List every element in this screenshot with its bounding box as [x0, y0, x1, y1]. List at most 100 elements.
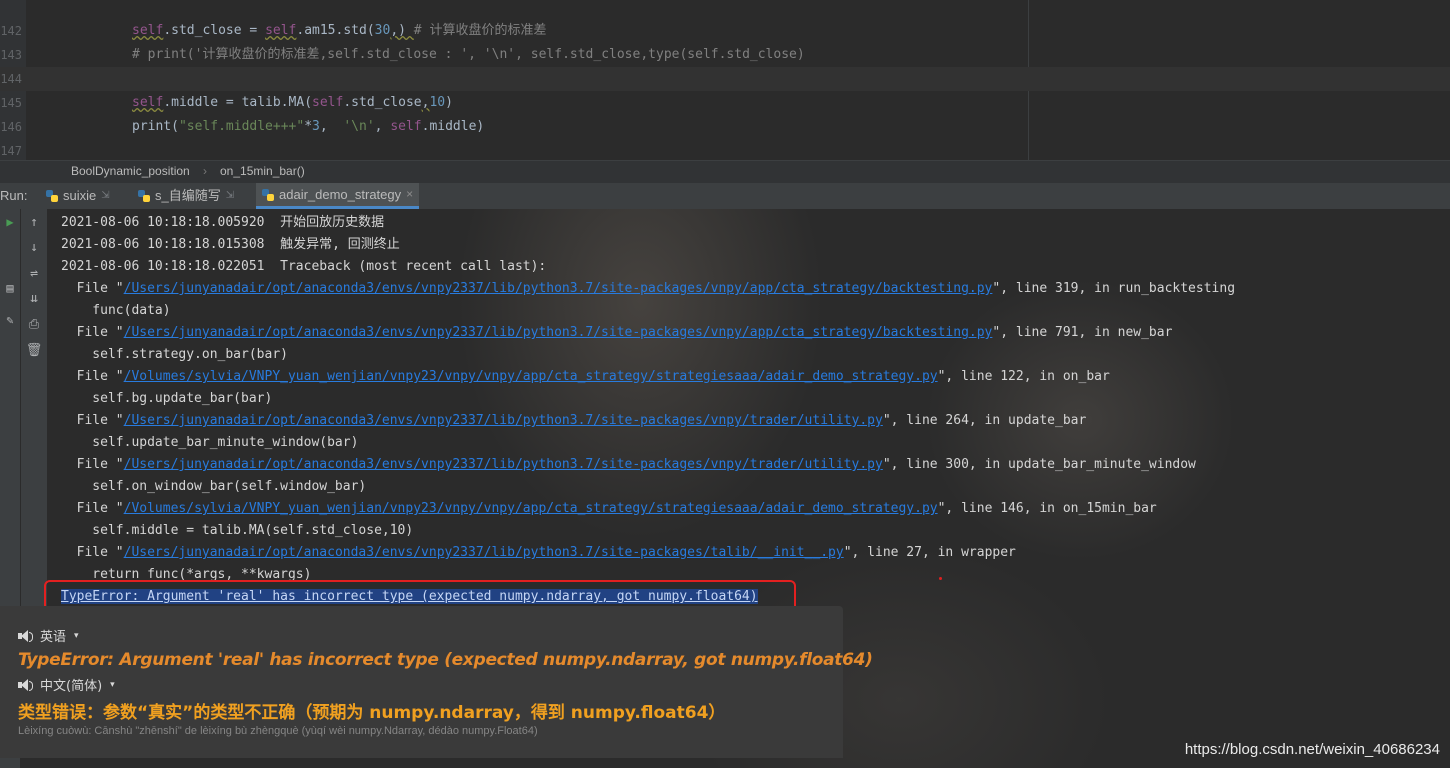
source-language-row[interactable]: 英语 ▾ [18, 626, 79, 645]
code-token: .middle = talib.MA( [163, 95, 313, 110]
code-token: 30 [374, 23, 391, 38]
code-line[interactable]: 143 # print('计算收盘价的标准差,self.std_close : '… [0, 43, 1450, 67]
run-label: Run: [0, 188, 28, 203]
console-line: self.middle = talib.MA(self.std_close,10… [61, 520, 413, 542]
source-language-label[interactable]: 英语 [40, 626, 66, 645]
tab-adair-demo-strategy[interactable]: adair_demo_strategy × [256, 183, 420, 209]
code-token: 10 [429, 95, 446, 110]
code-text: print("self.middle+++"*3, '\n', self.mid… [132, 115, 484, 139]
code-token: 3 [312, 119, 320, 134]
breadcrumb-method[interactable]: on_15min_bar() [220, 164, 305, 178]
code-token: , [374, 119, 391, 134]
console-line: File "/Users/junyanadair/opt/anaconda3/e… [61, 454, 1196, 476]
run-tool-window-header: Run: suixie ⇲ s_自编随写 ⇲ adair_demo_strate… [0, 183, 1450, 209]
console-text: ", line 300, in update_bar_minute_window [882, 457, 1196, 472]
pin-icon[interactable]: ⇲ [226, 183, 234, 209]
file-path-link[interactable]: /Users/junyanadair/opt/anaconda3/envs/vn… [124, 413, 883, 428]
python-icon [46, 190, 58, 202]
tab-suixie[interactable]: suixie ⇲ [40, 183, 116, 209]
code-token: self [390, 119, 422, 134]
code-token: self [265, 23, 297, 38]
code-token: # 计算收盘价的标准差 [413, 23, 547, 38]
code-editor[interactable]: 142 self.std_close = self.am15.std(30,) #… [0, 0, 1450, 160]
line-number: 142 [0, 24, 22, 38]
code-token: , [319, 119, 344, 134]
code-token: "self.middle+++" [178, 119, 305, 134]
pin-icon[interactable]: ⇲ [101, 183, 109, 209]
console-text: self.on_window_bar(self.window_bar) [61, 479, 367, 494]
console-line: self.strategy.on_bar(bar) [61, 344, 288, 366]
console-line: File "/Users/junyanadair/opt/anaconda3/e… [61, 322, 1173, 344]
watermark: https://blog.csdn.net/weixin_40686234 [1184, 741, 1440, 758]
translated-text: 类型错误：参数“真实”的类型不正确（预期为 numpy.ndarray，得到 n… [18, 703, 726, 723]
layout-icon[interactable]: ▤ [2, 281, 18, 295]
console-line: func(data) [61, 300, 170, 322]
file-path-link[interactable]: /Volumes/sylvia/VNPY_yuan_wenjian/vnpy23… [124, 369, 938, 384]
console-text: 2021-08-06 10:18:18.022051 Traceback (mo… [61, 259, 547, 274]
code-token: self [132, 23, 164, 38]
console-line: 2021-08-06 10:18:18.005920 开始回放历史数据 [61, 212, 384, 234]
code-text: # print('计算收盘价的标准差,self.std_close : ', '… [132, 43, 805, 67]
tab-label: s_自编随写 [155, 188, 221, 203]
console-text: File " [61, 413, 124, 428]
pinyin-text: Lèixíng cuòwù: Cānshù "zhēnshí" de lèixí… [18, 725, 538, 737]
scroll-to-end-icon[interactable]: ⇊ [21, 291, 47, 306]
line-number: 144 [0, 72, 22, 86]
code-token: self [312, 95, 344, 110]
speaker-icon[interactable] [18, 629, 33, 642]
scroll-up-icon[interactable]: ↑ [21, 215, 47, 230]
source-text: TypeError: Argument 'real' has incorrect… [18, 650, 873, 670]
scroll-down-icon[interactable]: ↓ [21, 240, 47, 255]
file-path-link[interactable]: /Users/junyanadair/opt/anaconda3/envs/vn… [124, 325, 993, 340]
tab-label: adair_demo_strategy [279, 187, 402, 202]
code-token: self [132, 95, 164, 110]
target-language-row[interactable]: 中文(简体) ▾ [18, 675, 115, 694]
code-line[interactable]: 144 [0, 67, 1450, 91]
console-line: 2021-08-06 10:18:18.015308 触发异常, 回测终止 [61, 234, 400, 256]
code-line[interactable]: 142 self.std_close = self.am15.std(30,) #… [0, 19, 1450, 43]
console-text: File " [61, 325, 124, 340]
console-text: ", line 319, in run_backtesting [992, 281, 1236, 296]
console-line: self.update_bar_minute_window(bar) [61, 432, 358, 454]
console-line: self.bg.update_bar(bar) [61, 388, 272, 410]
console-text: File " [61, 545, 124, 560]
console-line: 2021-08-06 10:18:18.022051 Traceback (mo… [61, 256, 546, 278]
console-output[interactable]: 2021-08-06 10:18:18.005920 开始回放历史数据 2021-… [47, 209, 1450, 609]
console-text: self.update_bar_minute_window(bar) [61, 435, 359, 450]
line-number: 146 [0, 120, 22, 134]
file-path-link[interactable]: /Users/junyanadair/opt/anaconda3/envs/vn… [124, 457, 883, 472]
console-text: File " [61, 501, 124, 516]
chevron-down-icon[interactable]: ▾ [74, 631, 79, 641]
translation-popup: 英语 ▾ TypeError: Argument 'real' has inco… [0, 606, 873, 758]
code-text: self.std_close = self.am15.std(30,) # 计算… [132, 19, 546, 43]
code-token: print( [132, 119, 179, 134]
tab-label: suixie [63, 188, 97, 203]
soft-wrap-icon[interactable]: ⇌ [21, 266, 47, 281]
console-text: self.middle = talib.MA(self.std_close,10… [61, 523, 414, 538]
code-token: .std_close [343, 95, 422, 110]
code-line[interactable]: 145 self.middle = talib.MA(self.std_close… [0, 91, 1450, 115]
trash-icon[interactable]: 🗑 [21, 343, 47, 358]
console-text: self.bg.update_bar(bar) [61, 391, 273, 406]
target-language-label[interactable]: 中文(简体) [40, 675, 102, 694]
chevron-down-icon[interactable]: ▾ [110, 680, 115, 690]
file-path-link[interactable]: /Users/junyanadair/opt/anaconda3/envs/vn… [124, 545, 844, 560]
code-token: ,) [390, 23, 414, 38]
breadcrumb-separator: › [203, 164, 207, 178]
file-path-link[interactable]: /Volumes/sylvia/VNPY_yuan_wenjian/vnpy23… [124, 501, 938, 516]
console-line: File "/Users/junyanadair/opt/anaconda3/e… [61, 278, 1235, 300]
print-icon[interactable]: ⎙ [21, 317, 47, 332]
red-marker-dot [939, 577, 942, 580]
breadcrumb-class[interactable]: BoolDynamic_position [71, 164, 190, 178]
tab-s-zibian-suixie[interactable]: s_自编随写 ⇲ [132, 183, 240, 209]
pin-tab-icon[interactable]: ✎ [2, 313, 18, 327]
code-line[interactable]: 146 print("self.middle+++"*3, '\n', self.… [0, 115, 1450, 139]
code-text: self.middle = talib.MA(self.std_close,10… [132, 91, 453, 115]
file-path-link[interactable]: /Users/junyanadair/opt/anaconda3/envs/vn… [124, 281, 993, 296]
console-text: File " [61, 457, 124, 472]
rerun-icon[interactable]: ▶ [2, 215, 18, 229]
console-line: File "/Volumes/sylvia/VNPY_yuan_wenjian/… [61, 366, 1110, 388]
close-icon[interactable]: × [406, 183, 413, 206]
run-toolbar-actions: ↑ ↓ ⇌ ⇊ ⎙ 🗑 [21, 209, 47, 609]
speaker-icon[interactable] [18, 678, 33, 691]
